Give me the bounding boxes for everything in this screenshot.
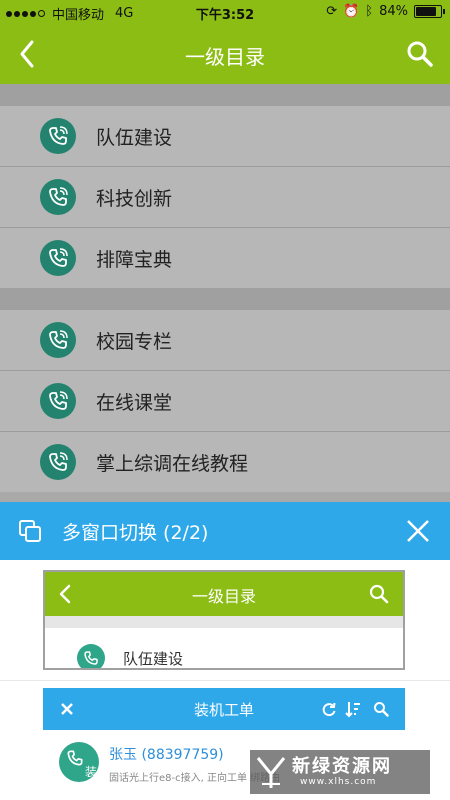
phone-icon bbox=[40, 118, 76, 154]
phone-icon bbox=[40, 179, 76, 215]
alarm-icon: ⏰ bbox=[343, 4, 360, 19]
menu-item-xiaoyuan[interactable]: 校园专栏 bbox=[0, 310, 450, 371]
watermark-url: www.xlhs.com bbox=[300, 777, 377, 787]
menu-item-jiaocheng[interactable]: 掌上综调在线教程 bbox=[0, 432, 450, 492]
card-title: 一级目录 bbox=[191, 587, 256, 606]
phone-icon bbox=[40, 322, 76, 358]
card-item-label: 队伍建设 bbox=[123, 650, 184, 668]
page-title: 一级目录 bbox=[185, 45, 265, 69]
phone-icon bbox=[67, 750, 83, 766]
group-divider bbox=[0, 84, 450, 106]
watermark-logo-icon bbox=[256, 757, 286, 788]
menu-page-dimmed: 队伍建设 科技创新 排障宝典 校园专栏 在线课堂 掌上综调在线教程 bbox=[0, 84, 450, 502]
avatar: 装 bbox=[59, 742, 99, 782]
phone-icon bbox=[40, 444, 76, 480]
card-separator bbox=[0, 680, 450, 681]
window-switcher-bar: 多窗口切换 (2/2) bbox=[0, 502, 450, 560]
status-right: ⟳ ⏰ ᛒ 84% bbox=[326, 4, 445, 19]
search-icon bbox=[374, 702, 389, 717]
menu-item-label: 在线课堂 bbox=[96, 392, 173, 414]
card-divider bbox=[45, 616, 403, 628]
nav-bar: 一级目录 bbox=[0, 24, 450, 84]
search-icon[interactable] bbox=[406, 40, 434, 68]
window-card-menu[interactable]: 一级目录 队伍建设 bbox=[43, 570, 405, 670]
sort-icon bbox=[345, 702, 360, 718]
menu-item-zaixian[interactable]: 在线课堂 bbox=[0, 371, 450, 432]
multi-window-icon bbox=[18, 519, 42, 543]
phone-icon bbox=[40, 240, 76, 276]
card-nav-bar: 装机工单 bbox=[43, 688, 405, 730]
menu-group: 校园专栏 在线课堂 掌上综调在线教程 bbox=[0, 310, 450, 492]
order-contact-name: 张玉 (88397759) bbox=[109, 747, 224, 763]
rotation-lock-icon: ⟳ bbox=[326, 4, 338, 19]
battery-icon bbox=[414, 5, 445, 18]
menu-item-label: 排障宝典 bbox=[96, 249, 173, 271]
group-divider bbox=[0, 288, 450, 310]
search-icon bbox=[369, 584, 389, 604]
menu-item-label: 掌上综调在线教程 bbox=[96, 453, 249, 475]
menu-item-label: 队伍建设 bbox=[96, 127, 173, 149]
menu-group: 队伍建设 科技创新 排障宝典 bbox=[0, 106, 450, 288]
battery-percent: 84% bbox=[379, 4, 408, 19]
bluetooth-icon: ᛒ bbox=[365, 4, 374, 19]
menu-item-label: 校园专栏 bbox=[96, 331, 173, 353]
watermark-text: 新绿资源网 bbox=[292, 756, 392, 777]
battery-fill bbox=[416, 7, 437, 16]
avatar-badge-text: 装 bbox=[84, 765, 97, 779]
close-icon[interactable] bbox=[404, 517, 432, 545]
refresh-icon bbox=[322, 702, 336, 717]
card-nav-bar: 一级目录 bbox=[45, 572, 403, 616]
watermark: 新绿资源网 www.xlhs.com bbox=[250, 750, 430, 794]
phone-icon bbox=[40, 383, 76, 419]
card-list-item: 队伍建设 bbox=[45, 628, 403, 668]
menu-item-paizhang[interactable]: 排障宝典 bbox=[0, 228, 450, 288]
status-bar: 中国移动 4G 下午3:52 ⟳ ⏰ ᛒ 84% bbox=[0, 0, 450, 24]
menu-item-keji[interactable]: 科技创新 bbox=[0, 167, 450, 228]
menu-item-duiwu[interactable]: 队伍建设 bbox=[0, 106, 450, 167]
menu-item-label: 科技创新 bbox=[96, 188, 173, 210]
window-switcher-title: 多窗口切换 (2/2) bbox=[62, 522, 209, 544]
phone-icon bbox=[77, 644, 105, 668]
